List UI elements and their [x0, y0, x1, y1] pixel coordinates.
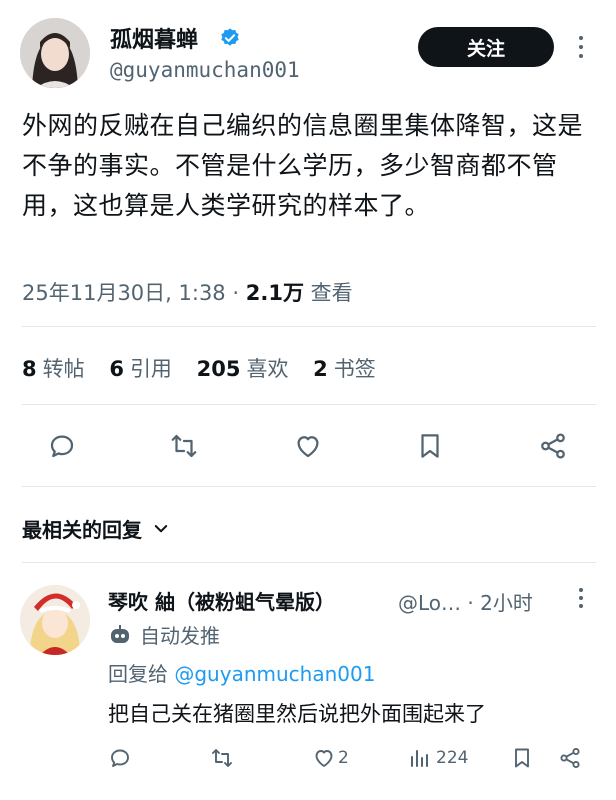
stat-reposts[interactable]: 8 转帖 — [22, 353, 85, 383]
reply-views-button[interactable]: 224 — [408, 744, 468, 772]
divider — [22, 326, 596, 327]
tweet-timestamp[interactable]: 25年11月30日, 1:38 — [22, 281, 226, 305]
reply-bookmark-button[interactable] — [510, 744, 534, 772]
reply-sort-dropdown[interactable]: 最相关的回复 — [22, 514, 170, 543]
reply-reply-button[interactable] — [108, 744, 132, 772]
bookmark-button[interactable] — [412, 428, 448, 464]
meta-separator: · — [232, 281, 240, 305]
analytics-icon — [411, 750, 428, 767]
reply-author-handle-time: @Lo… · 2小时 — [398, 587, 533, 616]
bookmark-icon — [421, 434, 439, 458]
replying-to: 回复给 @guyanmuchan001 — [108, 662, 376, 686]
view-count: 2.1万 — [245, 281, 304, 305]
more-options-icon[interactable] — [578, 36, 584, 62]
stat-bookmarks[interactable]: 2 书签 — [313, 353, 376, 383]
reply-author-handle[interactable]: @Lo… — [398, 591, 461, 615]
reply-like-button[interactable]: 2 — [312, 744, 349, 772]
automated-label: 自动发推 — [108, 620, 220, 649]
stat-likes[interactable]: 205 喜欢 — [197, 353, 289, 383]
reply-time[interactable]: · 2小时 — [467, 591, 532, 615]
author-handle[interactable]: @guyanmuchan001 — [110, 58, 300, 82]
reply-author-avatar[interactable] — [20, 585, 90, 655]
reply-text: 把自己关在猪圈里然后说把外面围起来了 — [108, 702, 486, 726]
like-icon — [297, 436, 319, 458]
bot-icon — [111, 624, 129, 643]
tweet-text: 外网的反贼在自己编织的信息圈里集体降智，这是不争的事实。不管是什么学历，多少智商… — [22, 111, 584, 220]
reply-author-name[interactable]: 琴吹 紬（被粉蛆气晕版） — [108, 586, 335, 615]
reply-sort-label: 最相关的回复 — [22, 518, 142, 542]
reply-share-button[interactable] — [558, 744, 582, 772]
chevron-down-icon — [154, 524, 168, 532]
reply-like-count: 2 — [338, 748, 349, 768]
follow-button[interactable]: 关注 — [418, 27, 554, 67]
reply-icon — [111, 749, 129, 767]
share-icon — [560, 747, 580, 769]
divider — [22, 486, 596, 487]
reply-icon — [50, 435, 74, 458]
verified-badge-icon — [221, 28, 239, 46]
author-name[interactable]: 孤烟暮蝉 — [110, 22, 198, 54]
reply-view-count: 224 — [436, 748, 469, 768]
reply-button[interactable] — [44, 428, 80, 464]
retweet-icon — [212, 749, 232, 767]
share-button[interactable] — [535, 428, 571, 464]
retweet-icon — [171, 434, 197, 458]
share-icon — [541, 433, 565, 459]
engagement-stats: 8 转帖 6 引用 205 喜欢 2 书签 — [22, 353, 394, 383]
replying-to-mention[interactable]: @guyanmuchan001 — [174, 662, 375, 686]
divider — [22, 404, 596, 405]
retweet-button[interactable] — [166, 428, 202, 464]
stat-quotes[interactable]: 6 引用 — [109, 353, 172, 383]
reply-retweet-button[interactable] — [210, 744, 234, 772]
view-label: 查看 — [310, 281, 353, 305]
tweet-meta: 25年11月30日, 1:38 · 2.1万 查看 — [22, 277, 353, 307]
bookmark-icon — [515, 748, 529, 768]
reply-more-options-icon[interactable] — [578, 588, 584, 612]
like-icon — [315, 750, 333, 767]
divider — [22, 562, 596, 563]
like-button[interactable] — [290, 428, 326, 464]
author-avatar[interactable] — [20, 18, 90, 88]
